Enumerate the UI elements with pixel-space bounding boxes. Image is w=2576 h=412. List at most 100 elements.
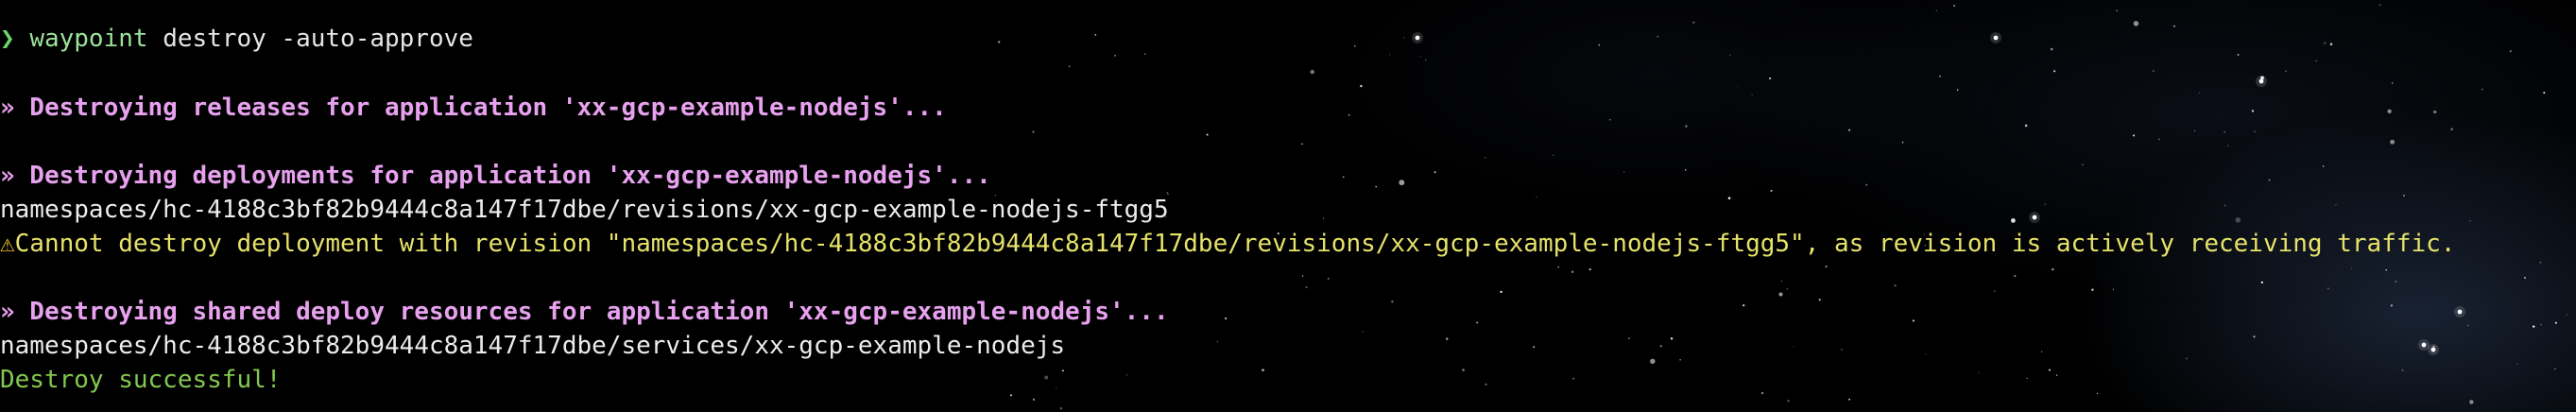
star [2433, 110, 2437, 114]
star [1598, 43, 1601, 46]
star [1679, 359, 1681, 361]
star [2327, 287, 2329, 290]
star [1262, 369, 1264, 371]
releases-heading: » Destroying releases for application 'x… [0, 94, 947, 122]
star [1310, 69, 1314, 75]
star [2133, 21, 2139, 26]
star [1114, 55, 1116, 57]
star [1360, 84, 1363, 88]
star [1840, 348, 1843, 351]
star [2224, 131, 2226, 133]
command-arguments: destroy -auto-approve [147, 25, 473, 53]
star [1901, 141, 1904, 144]
star [1059, 407, 1063, 410]
star [2024, 124, 2028, 128]
star [2132, 134, 2136, 137]
star [1403, 37, 1405, 39]
star [2543, 92, 2546, 94]
star [2329, 43, 2333, 46]
star [2401, 369, 2404, 371]
star [1925, 353, 1927, 355]
star [2173, 25, 2175, 27]
star [1825, 266, 1828, 268]
star [2052, 267, 2054, 271]
star [2260, 281, 2263, 284]
star [1685, 125, 1688, 128]
star [2158, 138, 2160, 140]
star [2044, 203, 2047, 206]
star [1939, 75, 1941, 77]
star [1780, 280, 1783, 283]
bright-star [2430, 347, 2436, 352]
star [2391, 82, 2394, 84]
star [2096, 392, 2099, 395]
star [2235, 217, 2241, 223]
star [1485, 383, 1487, 386]
star [2469, 220, 2471, 222]
star [2048, 369, 2051, 371]
star [1894, 283, 1897, 287]
star [1224, 317, 1228, 320]
star [1737, 86, 1739, 88]
bright-star [2421, 342, 2427, 348]
star [1761, 392, 1763, 394]
star [2533, 325, 2535, 328]
star [1424, 59, 1427, 61]
terminal-window[interactable]: ❯ waypoint destroy -auto-approve » Destr… [0, 0, 2576, 412]
star [1301, 143, 1303, 146]
star [1848, 398, 1851, 401]
star [1692, 21, 1695, 24]
star [1389, 54, 1391, 56]
star [1572, 377, 1574, 380]
star [1032, 130, 1035, 133]
star [1670, 337, 1674, 340]
star [1935, 9, 1938, 11]
bright-star [1993, 35, 1999, 41]
star [2285, 70, 2287, 73]
star [2091, 288, 2094, 291]
star [2026, 377, 2028, 379]
star [1778, 292, 1783, 297]
star [2268, 179, 2271, 181]
star [2237, 54, 2240, 56]
star [2224, 204, 2226, 207]
star [1362, 330, 1364, 333]
star [2466, 324, 2469, 327]
star [2251, 110, 2255, 112]
bright-star [2258, 78, 2264, 84]
star [1323, 217, 1325, 219]
command-line: ❯ waypoint destroy -auto-approve [0, 22, 473, 56]
star [2112, 288, 2115, 290]
bright-star [1415, 35, 1420, 41]
star [2350, 267, 2353, 269]
star [2253, 335, 2256, 338]
star [1391, 300, 1394, 303]
star [2390, 304, 2394, 307]
star [1434, 171, 1436, 174]
star [1348, 113, 1350, 116]
star [1657, 35, 1659, 38]
star [1557, 266, 1560, 268]
star [1301, 275, 1304, 277]
star [2523, 276, 2527, 280]
star [1216, 341, 1218, 343]
star [998, 41, 1001, 43]
star [2379, 4, 2381, 7]
star [2539, 261, 2542, 264]
star [1684, 169, 1687, 171]
star [2199, 92, 2201, 94]
star [1533, 346, 1536, 349]
star [1770, 189, 1773, 192]
star [1571, 270, 1574, 273]
warning-text: Cannot destroy deployment with revision … [14, 230, 2456, 258]
star [2193, 129, 2196, 131]
star [1375, 185, 1377, 188]
star [2385, 268, 2387, 271]
star [1500, 290, 1503, 294]
star [2554, 321, 2557, 324]
star [1305, 285, 1308, 289]
star [2509, 50, 2512, 53]
star [1126, 374, 1128, 376]
star [2450, 128, 2453, 130]
star [1354, 45, 1356, 47]
